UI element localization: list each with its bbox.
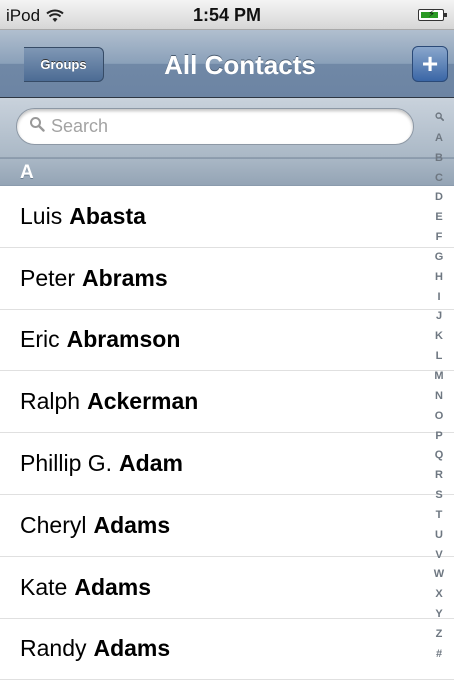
section-letter: A — [20, 162, 34, 183]
index-letter[interactable]: H — [435, 271, 443, 283]
contact-row[interactable]: Randy Adams — [0, 619, 454, 680]
index-letter[interactable]: K — [435, 331, 443, 342]
contact-first-name: Cheryl — [20, 511, 87, 538]
index-letter[interactable]: D — [435, 192, 443, 203]
index-letter[interactable]: S — [435, 490, 442, 501]
index-letter[interactable]: B — [435, 152, 443, 164]
contact-row[interactable]: Eric Abramson — [0, 310, 454, 372]
index-letter[interactable]: O — [435, 410, 444, 422]
index-letter[interactable]: L — [436, 351, 443, 362]
index-letter[interactable]: I — [437, 291, 440, 303]
contact-first-name: Eric — [20, 326, 60, 353]
search-placeholder: Search — [51, 116, 109, 136]
index-letter[interactable]: J — [436, 311, 442, 322]
contact-row[interactable]: Peter Abrams — [0, 248, 454, 310]
contact-last-name: Adams — [93, 635, 171, 662]
contact-last-name: Adam — [119, 450, 183, 477]
contact-last-name: Adams — [74, 573, 152, 600]
index-letter[interactable]: Q — [435, 450, 444, 461]
add-contact-button[interactable]: + — [412, 46, 448, 82]
index-letter[interactable]: W — [434, 569, 444, 580]
index-letter[interactable]: N — [435, 390, 443, 402]
contact-row[interactable]: Cheryl Adams — [0, 495, 454, 557]
index-letter[interactable]: # — [436, 648, 442, 660]
search-icon — [29, 116, 45, 137]
clock: 1:54 PM — [192, 5, 262, 25]
charging-icon: ⚡ — [428, 9, 436, 20]
index-letter[interactable]: E — [435, 212, 442, 223]
contact-last-name: Abrams — [81, 264, 168, 291]
contact-first-name: Luis — [20, 202, 63, 229]
index-letter[interactable]: U — [435, 529, 443, 541]
index-letter[interactable]: X — [435, 589, 442, 600]
index-letter[interactable]: A — [435, 132, 443, 144]
search-input[interactable]: Search — [16, 108, 414, 145]
contact-first-name: Phillip G. — [20, 450, 113, 477]
contact-row[interactable]: Phillip G. Adam — [0, 433, 454, 495]
contact-last-name: Abramson — [66, 326, 181, 353]
contact-row[interactable]: Kate Adams — [0, 557, 454, 619]
index-letter[interactable]: G — [435, 251, 444, 263]
search-bar: Search — [0, 98, 454, 158]
contact-first-name: Kate — [20, 573, 68, 600]
index-letter[interactable]: V — [435, 549, 442, 561]
contact-list: Luis Abasta Peter Abrams Eric Abramson R… — [0, 186, 454, 680]
navigation-bar: Groups All Contacts + — [0, 30, 454, 98]
index-search-icon[interactable] — [434, 112, 444, 124]
alphabet-index[interactable]: A B C D E F G H I J K L M N O P Q R S T U V W X Y Z # — [424, 112, 454, 660]
index-letter[interactable]: T — [436, 509, 443, 521]
contact-last-name: Abasta — [69, 202, 146, 229]
index-letter[interactable]: M — [434, 370, 443, 382]
contact-first-name: Ralph — [20, 388, 81, 415]
index-letter[interactable]: Y — [435, 609, 442, 620]
battery-icon: ⚡ — [418, 9, 447, 21]
page-title: All Contacts — [164, 50, 316, 80]
status-bar: iPod 1:54 PM ⚡ — [0, 0, 454, 30]
contact-first-name: Randy — [20, 635, 87, 662]
contact-last-name: Adams — [93, 511, 171, 538]
groups-back-button[interactable]: Groups — [24, 47, 104, 82]
index-letter[interactable]: C — [435, 172, 443, 184]
index-letter[interactable]: F — [436, 232, 443, 243]
contact-row[interactable]: Luis Abasta — [0, 186, 454, 248]
contact-last-name: Ackerman — [87, 388, 199, 415]
index-letter[interactable]: Z — [436, 628, 443, 640]
index-letter[interactable]: R — [435, 470, 443, 481]
contact-first-name: Peter — [20, 264, 75, 291]
index-letter[interactable]: P — [435, 430, 442, 442]
contact-row[interactable]: Ralph Ackerman — [0, 371, 454, 434]
section-header: A — [0, 158, 454, 186]
